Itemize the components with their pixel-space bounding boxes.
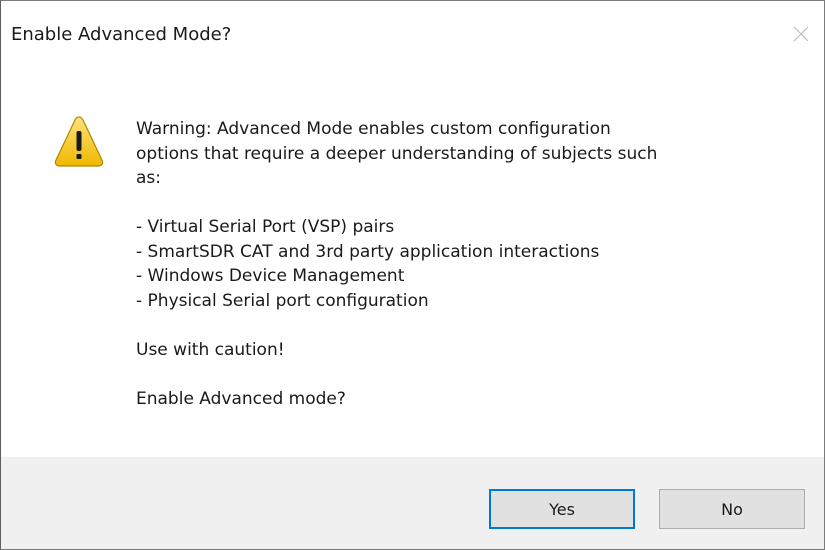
dialog-title: Enable Advanced Mode? — [11, 24, 232, 45]
close-icon — [793, 26, 809, 42]
subject-list-item: - Windows Device Management — [136, 266, 405, 286]
subject-list-item: - SmartSDR CAT and 3rd party application… — [136, 241, 600, 262]
close-button[interactable] — [778, 15, 824, 55]
warning-icon — [54, 116, 104, 167]
title-bar[interactable]: Enable Advanced Mode? — [1, 1, 824, 71]
button-bar: Yes No — [1, 457, 824, 549]
message-line: options that require a deeper understand… — [136, 143, 658, 164]
message-text: Warning: Advanced Mode enables custom co… — [136, 117, 776, 411]
no-button[interactable]: No — [659, 489, 805, 529]
caution-text: Use with caution! — [136, 339, 285, 360]
dialog-window: Enable Advanced Mode? Warning: Advanced … — [0, 0, 825, 550]
subject-list-item: - Physical Serial port configuration — [136, 290, 429, 311]
message-line: Warning: Advanced Mode enables custom co… — [136, 119, 611, 139]
yes-button[interactable]: Yes — [489, 489, 635, 529]
confirm-question: Enable Advanced mode? — [136, 388, 346, 409]
message-line: as: — [136, 168, 162, 188]
subject-list-item: - Virtual Serial Port (VSP) pairs — [136, 217, 395, 237]
